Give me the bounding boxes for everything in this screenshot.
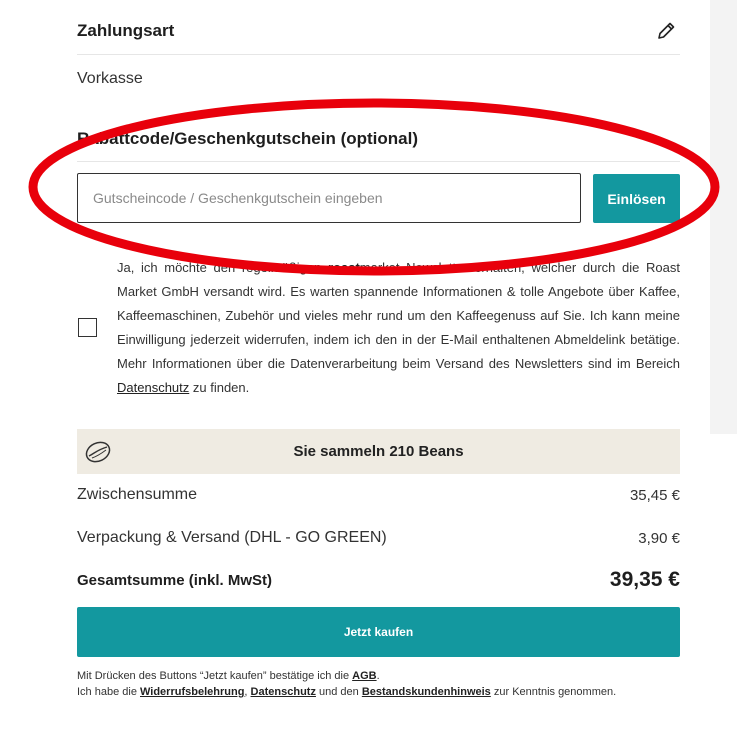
sidebar-strip	[710, 0, 737, 434]
payment-title: Zahlungsart	[77, 21, 175, 40]
privacy-policy-link[interactable]: Datenschutz	[251, 686, 316, 698]
beans-text: Sie sammeln 210 Beans	[293, 443, 464, 460]
legal-text: Ich habe die	[77, 686, 140, 698]
brand-name: roast	[327, 260, 360, 275]
agb-link[interactable]: AGB	[352, 670, 376, 682]
newsletter-consent-text: Ja, ich möchte den regelmäßigen roastmar…	[117, 256, 680, 400]
subtotal-value: 35,45 €	[629, 487, 680, 504]
coupon-title: Rabattcode/Geschenkgutschein (optional)	[77, 129, 418, 148]
privacy-link[interactable]: Datenschutz	[117, 380, 189, 395]
withdrawal-policy-link[interactable]: Widerrufsbelehrung	[140, 686, 244, 698]
legal-notice: Mit Drücken des Buttons “Jetzt kaufen” b…	[77, 668, 717, 700]
payment-method-value: Vorkasse	[77, 70, 143, 87]
existing-customer-notice-link[interactable]: Bestandskundenhinweis	[362, 686, 491, 698]
shipping-label: Verpackung & Versand (DHL - GO GREEN)	[77, 529, 387, 546]
shipping-value: 3,90 €	[638, 530, 680, 547]
legal-text: und den	[315, 686, 362, 698]
buy-now-button[interactable]: Jetzt kaufen	[77, 607, 680, 657]
total-value: 39,35 €	[609, 568, 680, 591]
divider	[77, 161, 680, 162]
total-label: Gesamtsumme (inkl. MwSt)	[77, 572, 273, 589]
legal-text: .	[376, 670, 380, 682]
newsletter-text: Ja, ich möchte den regelmäßigen	[117, 260, 328, 275]
beans-banner: Sie sammeln 210 Beans	[77, 429, 680, 474]
coupon-input[interactable]	[77, 173, 581, 223]
newsletter-text: zu finden.	[189, 380, 250, 395]
divider	[77, 54, 680, 55]
redeem-button[interactable]: Einlösen	[593, 174, 680, 223]
legal-text: Mit Drücken des Buttons “Jetzt kaufen” b…	[77, 670, 353, 682]
newsletter-text: market Newsletter erhalten, welcher durc…	[117, 260, 680, 371]
newsletter-checkbox[interactable]	[78, 318, 97, 337]
subtotal-label: Zwischensumme	[77, 486, 198, 503]
legal-text: zur Kenntnis genommen.	[490, 686, 617, 698]
pencil-icon[interactable]	[655, 20, 677, 42]
